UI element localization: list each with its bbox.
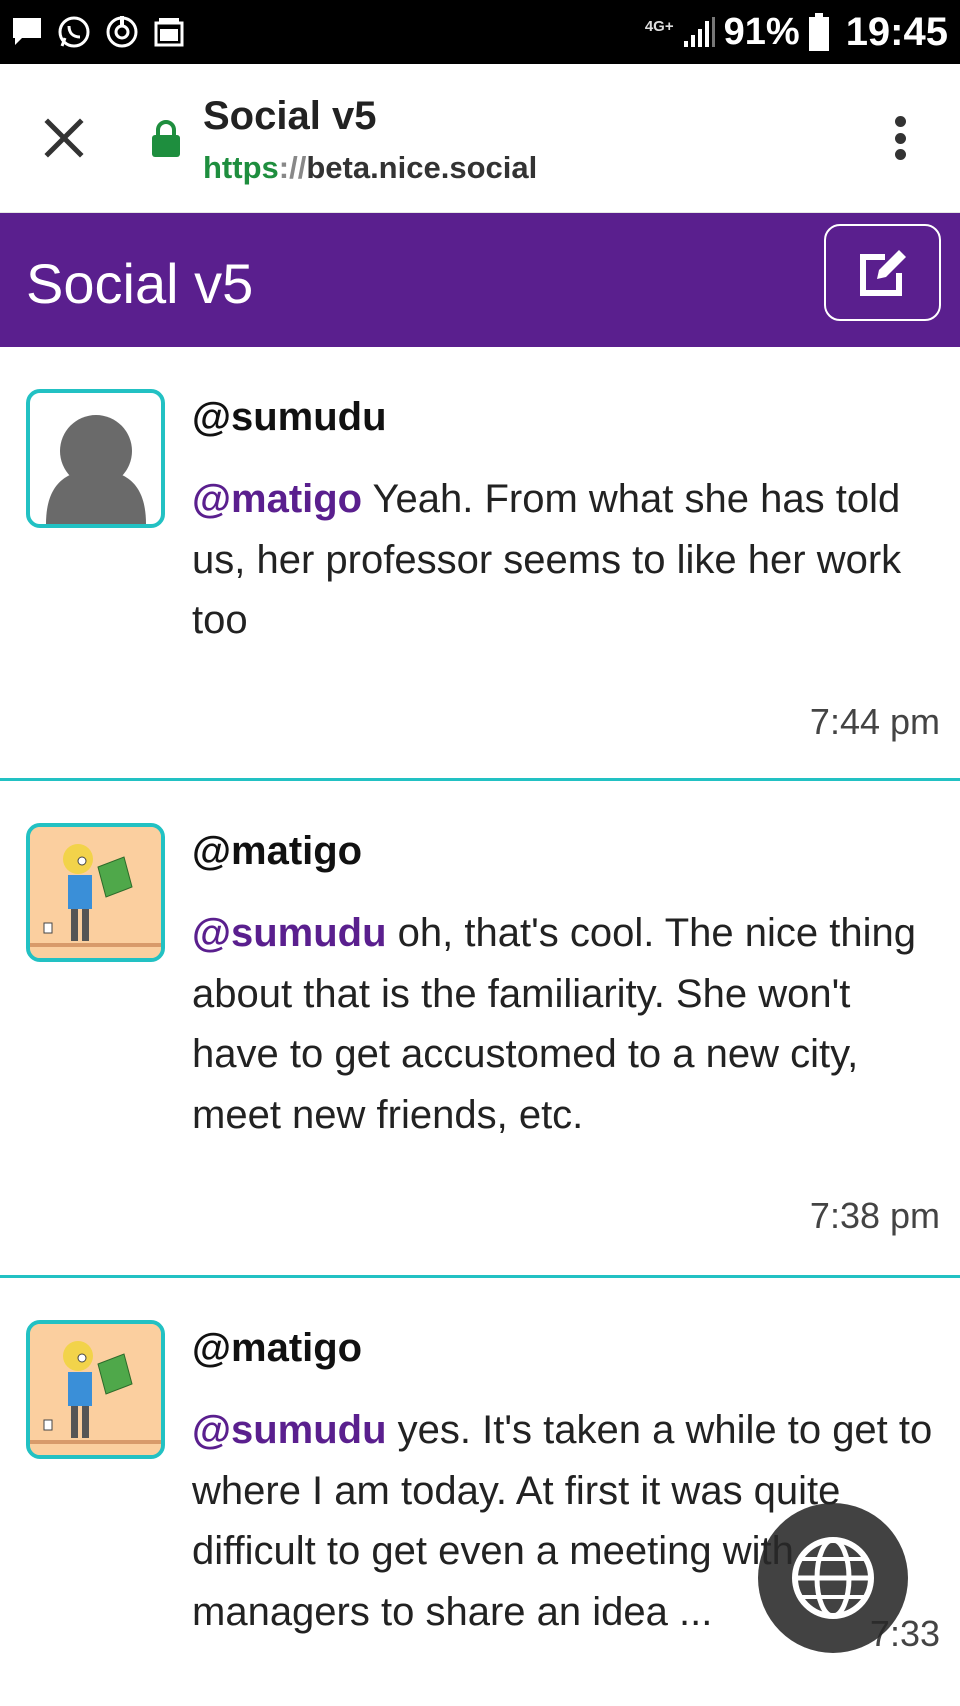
clock: 19:45 (845, 9, 948, 54)
post-username[interactable]: @matigo (192, 829, 362, 874)
close-button[interactable] (36, 110, 92, 166)
battery-percent: 91% (723, 10, 800, 53)
cards-icon (154, 18, 184, 47)
system-status: 4G+ 91% 19:45 (645, 0, 948, 64)
globe-icon (792, 1537, 874, 1619)
post-item[interactable]: @sumudu @matigo Yeah. From what she has … (0, 347, 960, 781)
page-url[interactable]: https://beta.nice.social (203, 150, 537, 186)
url-separator: :// (278, 150, 307, 185)
lock-icon (152, 120, 180, 157)
post-timestamp[interactable]: 7:38 pm (810, 1195, 940, 1237)
sync-icon (106, 16, 138, 48)
battery-icon (808, 13, 829, 51)
timeline-feed: @sumudu @matigo Yeah. From what she has … (0, 347, 960, 1706)
mention-link[interactable]: @sumudu (192, 911, 387, 955)
mention-link[interactable]: @sumudu (192, 1408, 387, 1452)
cartoon-avatar-icon (30, 827, 161, 958)
globe-button[interactable] (758, 1503, 908, 1653)
browser-toolbar: Social v5 https://beta.nice.social (0, 64, 960, 213)
post-text: @matigo Yeah. From what she has told us,… (192, 477, 902, 642)
notification-icons (10, 10, 186, 54)
page-title: Social v5 (203, 94, 377, 138)
avatar[interactable] (26, 823, 165, 962)
edit-icon (859, 249, 906, 296)
post-item[interactable]: @matigo @sumudu oh, that's cool. The nic… (0, 781, 960, 1278)
message-icon (13, 18, 41, 45)
post-timestamp[interactable]: 7:44 pm (810, 701, 940, 743)
avatar[interactable] (26, 389, 165, 528)
default-person-icon (46, 415, 146, 524)
mention-link[interactable]: @matigo (192, 477, 362, 521)
avatar[interactable] (26, 1320, 165, 1459)
post-username[interactable]: @matigo (192, 1326, 362, 1371)
post-text: @sumudu oh, that's cool. The nice thing … (192, 911, 917, 1137)
app-title: Social v5 (26, 252, 254, 315)
cartoon-avatar-icon (30, 1324, 161, 1455)
compose-button[interactable] (824, 224, 941, 321)
whatsapp-icon (58, 16, 90, 48)
post-username[interactable]: @sumudu (192, 395, 387, 440)
close-icon (44, 118, 84, 158)
app-header: Social v5 (0, 213, 960, 347)
url-scheme: https (203, 150, 279, 185)
status-bar: 4G+ 91% 19:45 (0, 0, 960, 64)
more-options-button[interactable] (880, 110, 920, 166)
signal-icon (683, 17, 715, 47)
more-vert-icon (894, 116, 906, 127)
url-host: beta.nice.social (306, 150, 538, 185)
network-type: 4G+ (644, 17, 674, 35)
